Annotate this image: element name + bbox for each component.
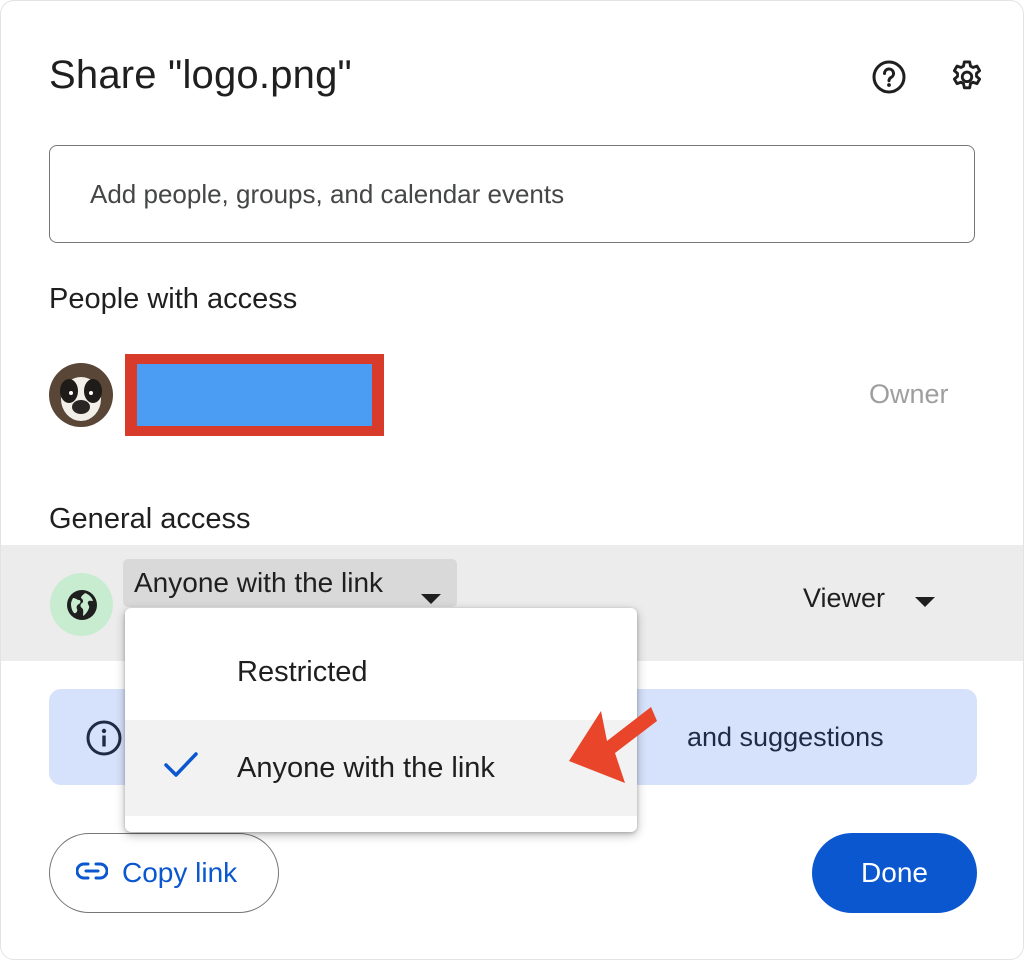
- menu-item-label: Anyone with the link: [237, 751, 495, 784]
- general-access-selected: Anyone with the link: [134, 567, 384, 598]
- redacted-user-name: [125, 354, 384, 436]
- copy-link-button[interactable]: Copy link: [49, 833, 279, 913]
- share-dialog: Share "logo.png" People with access Owne…: [0, 0, 1024, 960]
- redaction-fill: [137, 364, 372, 426]
- owner-role: Owner: [869, 379, 949, 409]
- help-icon[interactable]: [869, 57, 909, 97]
- gear-icon[interactable]: [947, 57, 987, 97]
- annotation-arrow-icon: [561, 701, 661, 796]
- done-button[interactable]: Done: [812, 833, 977, 913]
- globe-icon: [50, 573, 113, 636]
- info-icon: [85, 719, 123, 762]
- general-access-heading: General access: [49, 503, 251, 535]
- add-people-input[interactable]: [49, 145, 975, 243]
- dialog-title: Share "logo.png": [49, 53, 352, 97]
- caret-down-icon: [421, 579, 441, 611]
- avatar: [49, 363, 113, 427]
- general-access-dropdown[interactable]: Anyone with the link: [123, 559, 457, 607]
- copy-link-label: Copy link: [122, 857, 238, 888]
- link-icon: [75, 862, 109, 885]
- menu-item-label: Restricted: [237, 655, 368, 688]
- people-with-access-heading: People with access: [49, 283, 298, 315]
- check-icon: [163, 750, 199, 785]
- info-banner-text: and suggestions: [687, 722, 884, 752]
- role-label: Viewer: [803, 583, 886, 613]
- role-dropdown[interactable]: Viewer: [803, 583, 936, 614]
- caret-down-icon: [915, 583, 936, 614]
